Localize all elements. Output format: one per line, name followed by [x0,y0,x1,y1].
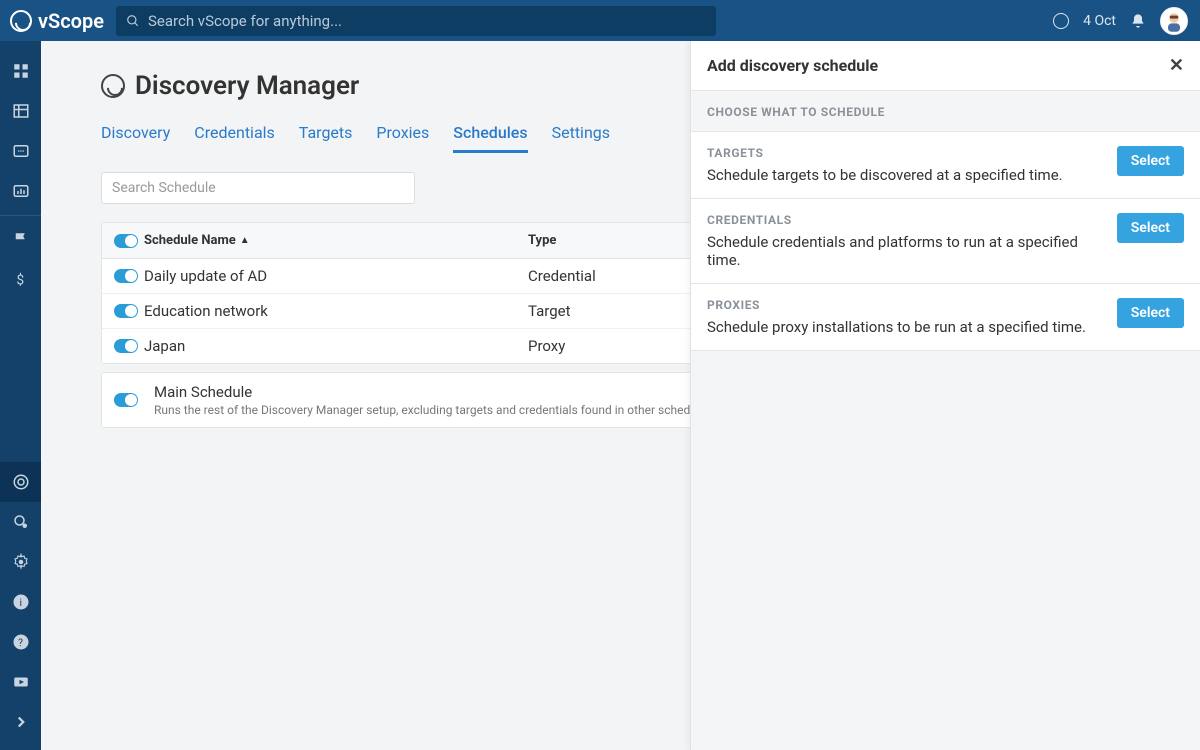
sidebar-item-reports[interactable] [0,171,41,211]
main-schedule-desc: Runs the rest of the Discovery Manager s… [154,403,716,417]
radar-icon[interactable] [1053,13,1069,29]
select-proxies-button[interactable]: Select [1117,298,1184,328]
brand-name: vScope [38,9,104,33]
schedules-table: Schedule Name ▲ Type Daily update of AD … [101,222,741,364]
svg-text:?: ? [18,636,23,649]
main-schedule-row[interactable]: Main Schedule Runs the rest of the Disco… [101,372,741,428]
panel-section-label: CHOOSE WHAT TO SCHEDULE [691,91,1200,131]
row-toggle[interactable] [114,339,138,353]
sidebar-item-messages[interactable] [0,131,41,171]
option-desc: Schedule credentials and platforms to ru… [707,233,1105,269]
page-title: Discovery Manager [135,71,359,101]
svg-text:$: $ [16,273,24,289]
option-label: TARGETS [707,146,1105,160]
search-schedule-input[interactable]: Search Schedule [101,172,415,204]
panel-title: Add discovery schedule [707,56,878,75]
row-name: Daily update of AD [144,267,528,285]
sidebar-item-settings[interactable] [0,542,41,582]
panel-option-credentials: CREDENTIALS Schedule credentials and pla… [691,199,1200,284]
table-row[interactable]: Japan Proxy [102,329,740,363]
main-schedule-toggle[interactable] [114,393,138,407]
sidebar-item-flag[interactable] [0,220,41,260]
row-name: Japan [144,337,528,355]
toggle-all[interactable] [114,234,138,248]
option-label: CREDENTIALS [707,213,1105,227]
sidebar: $ i ? [0,41,41,750]
tab-settings[interactable]: Settings [552,119,610,153]
avatar[interactable] [1160,7,1188,35]
sidebar-item-info[interactable]: i [0,582,41,622]
option-desc: Schedule targets to be discovered at a s… [707,166,1105,184]
option-label: PROXIES [707,298,1105,312]
sidebar-item-discovery[interactable] [0,462,41,502]
column-name-header[interactable]: Schedule Name ▲ [144,233,528,248]
tab-targets[interactable]: Targets [299,119,353,153]
sidebar-expand[interactable] [0,702,41,742]
tab-discovery[interactable]: Discovery [101,119,170,153]
panel-option-targets: TARGETS Schedule targets to be discovere… [691,131,1200,199]
sidebar-item-help[interactable]: ? [0,622,41,662]
header-right: 4 Oct [1053,7,1188,35]
sidebar-item-dashboard[interactable] [0,51,41,91]
bell-icon[interactable] [1130,12,1146,30]
table-row[interactable]: Daily update of AD Credential [102,259,740,294]
panel-header: Add discovery schedule ✕ [691,41,1200,91]
row-name: Education network [144,302,528,320]
tab-proxies[interactable]: Proxies [376,119,429,153]
header-date: 4 Oct [1083,13,1116,29]
svg-text:i: i [19,596,22,609]
search-schedule-placeholder: Search Schedule [112,180,216,196]
tab-schedules[interactable]: Schedules [453,119,527,153]
select-targets-button[interactable]: Select [1117,146,1184,176]
table-header: Schedule Name ▲ Type [102,223,740,259]
global-search[interactable]: Search vScope for anything... [116,6,716,36]
sidebar-item-video[interactable] [0,662,41,702]
discovery-icon [101,74,125,98]
add-schedule-panel: Add discovery schedule ✕ CHOOSE WHAT TO … [690,41,1200,750]
main-schedule-title: Main Schedule [154,383,716,401]
search-icon [126,14,140,28]
logo-icon [10,10,32,32]
option-desc: Schedule proxy installations to be run a… [707,318,1105,336]
row-toggle[interactable] [114,269,138,283]
table-row[interactable]: Education network Target [102,294,740,329]
sort-asc-icon: ▲ [240,235,250,246]
close-icon[interactable]: ✕ [1169,55,1184,76]
tab-credentials[interactable]: Credentials [194,119,275,153]
search-placeholder: Search vScope for anything... [148,12,342,30]
top-bar: vScope Search vScope for anything... 4 O… [0,0,1200,41]
row-toggle[interactable] [114,304,138,318]
select-credentials-button[interactable]: Select [1117,213,1184,243]
logo[interactable]: vScope [10,9,104,33]
sidebar-item-discovery-settings[interactable] [0,502,41,542]
sidebar-item-tables[interactable] [0,91,41,131]
panel-option-proxies: PROXIES Schedule proxy installations to … [691,284,1200,351]
sidebar-item-billing[interactable]: $ [0,260,41,300]
